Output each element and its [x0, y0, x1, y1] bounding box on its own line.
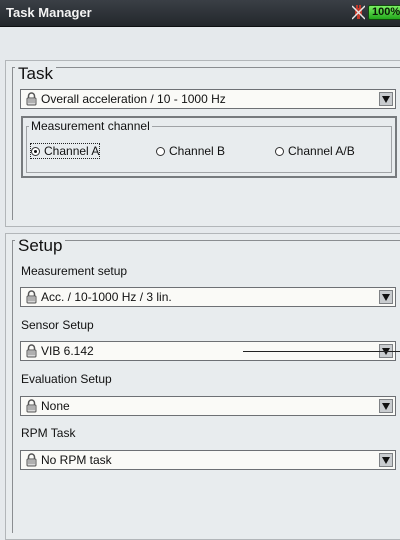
measurement-setup-label: Measurement setup: [21, 264, 128, 278]
callout-line: [243, 351, 400, 352]
padlock-icon: [26, 290, 37, 304]
plug-icon: [352, 5, 365, 20]
sensor-setup-label: Sensor Setup: [21, 318, 94, 332]
evaluation-setup-value: None: [41, 399, 70, 413]
padlock-icon: [26, 344, 37, 358]
setup-panel: Setup: [5, 233, 400, 540]
measurement-channel-group: Measurement channel Channel A Channel B …: [21, 116, 397, 178]
task-combo[interactable]: Overall acceleration / 10 - 1000 Hz: [20, 89, 396, 109]
padlock-icon: [26, 399, 37, 413]
title-bar: Task Manager 100%: [0, 0, 400, 27]
triangle-down-icon[interactable]: [379, 399, 393, 413]
rpm-task-label: RPM Task: [21, 426, 76, 440]
radio-channel-b[interactable]: Channel B: [156, 144, 225, 158]
triangle-down-icon[interactable]: [379, 92, 393, 106]
radio-selected-icon: [31, 147, 40, 156]
radio-channel-a-label: Channel A: [44, 144, 100, 158]
evaluation-setup-combo[interactable]: None: [20, 396, 396, 416]
measurement-channel-legend: Measurement channel: [29, 119, 152, 133]
radio-unselected-icon: [156, 147, 165, 156]
radio-channel-b-label: Channel B: [169, 144, 226, 158]
sensor-setup-value: VIB 6.142: [41, 344, 94, 358]
triangle-down-icon[interactable]: [379, 453, 393, 467]
setup-legend: Setup: [15, 237, 66, 255]
padlock-icon: [26, 453, 37, 467]
task-legend: Task: [15, 65, 56, 83]
measurement-setup-value: Acc. / 10-1000 Hz / 3 lin.: [41, 290, 172, 304]
padlock-icon: [26, 92, 37, 106]
battery-indicator: 100%: [368, 5, 400, 20]
radio-channel-ab-label: Channel A/B: [288, 144, 355, 158]
task-combo-value: Overall acceleration / 10 - 1000 Hz: [41, 92, 226, 106]
window-title: Task Manager: [6, 5, 92, 20]
radio-channel-ab[interactable]: Channel A/B: [275, 144, 355, 158]
radio-channel-a[interactable]: Channel A: [29, 143, 101, 159]
evaluation-setup-label: Evaluation Setup: [21, 372, 112, 386]
rpm-task-combo[interactable]: No RPM task: [20, 450, 396, 470]
rpm-task-value: No RPM task: [41, 453, 112, 467]
triangle-down-icon[interactable]: [379, 290, 393, 304]
measurement-setup-combo[interactable]: Acc. / 10-1000 Hz / 3 lin.: [20, 287, 396, 307]
radio-unselected-icon: [275, 147, 284, 156]
